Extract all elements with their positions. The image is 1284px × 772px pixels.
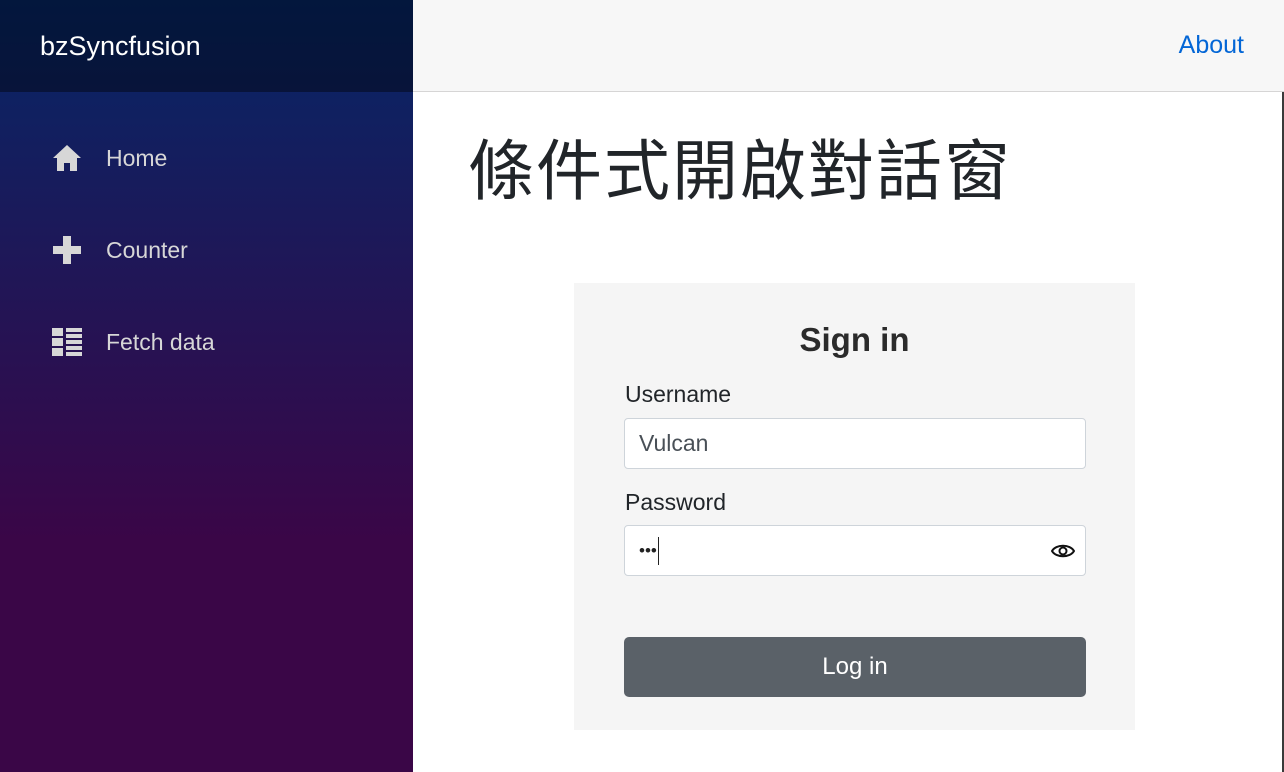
text-caret: [657, 536, 659, 565]
plus-icon: [52, 235, 82, 265]
brand-title[interactable]: bzSyncfusion: [0, 0, 413, 92]
sidebar-item-label: Fetch data: [106, 328, 215, 355]
page-title: 條件式開啟對話窗: [468, 133, 1012, 210]
sidebar-item-fetch-data[interactable]: Fetch data: [0, 296, 413, 388]
sidebar-item-label: Home: [106, 144, 168, 171]
password-mask: •••: [639, 540, 657, 560]
about-link[interactable]: About: [1179, 31, 1244, 60]
password-label: Password: [625, 489, 726, 515]
sidebar: bzSyncfusion Home Counter Fetch data: [0, 0, 413, 772]
sidebar-item-home[interactable]: Home: [0, 112, 413, 204]
login-button[interactable]: Log in: [624, 637, 1086, 697]
username-label: Username: [625, 381, 732, 407]
sidebar-item-counter[interactable]: Counter: [0, 204, 413, 296]
list-icon: [52, 327, 82, 357]
username-value: Vulcan: [639, 430, 709, 456]
sign-in-dialog: Sign in Username Vulcan Password ••• Log…: [574, 283, 1135, 730]
password-field[interactable]: •••: [624, 525, 1086, 576]
sidebar-item-label: Counter: [106, 236, 188, 263]
nav-menu: Home Counter Fetch data: [0, 92, 413, 388]
top-bar: About: [413, 0, 1284, 92]
username-field[interactable]: Vulcan: [624, 418, 1086, 469]
home-icon: [52, 143, 82, 173]
eye-icon[interactable]: [1050, 540, 1076, 562]
dialog-title: Sign in: [799, 321, 910, 358]
